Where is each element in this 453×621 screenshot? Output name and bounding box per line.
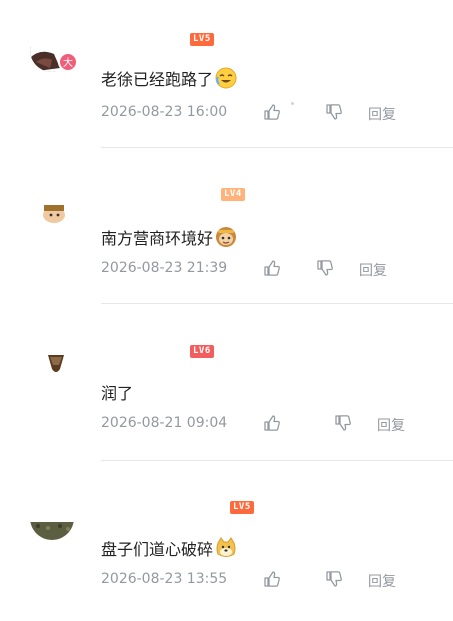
avatar[interactable] xyxy=(30,347,74,391)
thumbs-up-icon[interactable] xyxy=(263,414,281,432)
reply-button[interactable]: 回复 xyxy=(377,415,405,435)
reply-button[interactable]: 回复 xyxy=(368,104,396,124)
avatar-image xyxy=(30,347,74,391)
comment-text: 润了 xyxy=(101,380,133,404)
level-badge: LV5 xyxy=(230,501,254,514)
avatar-image xyxy=(30,195,74,239)
thumbs-up-icon[interactable] xyxy=(263,570,281,588)
comment-content: 盘子们道心破碎 xyxy=(101,540,214,559)
reply-button[interactable]: 回复 xyxy=(359,260,387,280)
level-badge: LV6 xyxy=(190,345,214,358)
timestamp: 2026-08-23 21:39 xyxy=(101,260,228,276)
timestamp: 2026-08-23 16:00 xyxy=(101,104,228,120)
thumbs-down-icon[interactable] xyxy=(325,103,343,121)
comment-item: 大 LV5 老徐已经跑路了 2026-08-23 16:00 回复 xyxy=(0,0,453,155)
thumbs-down-icon[interactable] xyxy=(325,570,343,588)
comment-item: LV4 南方营商环境好 2026-08-23 21:39 回复 xyxy=(0,155,453,310)
laughing-crying-emoji xyxy=(215,67,237,89)
separator-dot xyxy=(291,102,294,105)
divider xyxy=(101,460,453,461)
thumbs-down-icon[interactable] xyxy=(316,259,334,277)
timestamp: 2026-08-23 13:55 xyxy=(101,571,228,587)
comment-text: 南方营商环境好 xyxy=(101,225,237,249)
comment-text: 老徐已经跑路了 xyxy=(101,66,237,90)
level-badge: LV4 xyxy=(221,188,245,201)
divider xyxy=(101,147,453,148)
thumbs-down-icon[interactable] xyxy=(334,414,352,432)
comment-item: LV5 盘子们道心破碎 2026-08-23 13:55 回复 xyxy=(0,466,453,621)
divider xyxy=(101,303,453,304)
doge-emoji xyxy=(216,537,236,557)
comment-content: 润了 xyxy=(101,384,134,403)
avatar-image xyxy=(30,496,74,540)
timestamp: 2026-08-21 09:04 xyxy=(101,415,228,431)
reply-button[interactable]: 回复 xyxy=(368,571,396,591)
comment-content: 老徐已经跑路了 xyxy=(101,70,214,89)
thumbs-up-icon[interactable] xyxy=(263,259,281,277)
avatar[interactable] xyxy=(30,195,74,239)
monkey-emoji xyxy=(216,227,237,247)
avatar[interactable] xyxy=(30,496,74,540)
level-badge: LV5 xyxy=(190,33,214,46)
comment-content: 南方营商环境好 xyxy=(101,229,214,248)
comment-item: LV6 润了 2026-08-21 09:04 回复 xyxy=(0,310,453,465)
comment-text: 盘子们道心破碎 xyxy=(101,536,237,560)
thumbs-up-icon[interactable] xyxy=(263,103,281,121)
avatar-badge: 大 xyxy=(58,52,78,72)
